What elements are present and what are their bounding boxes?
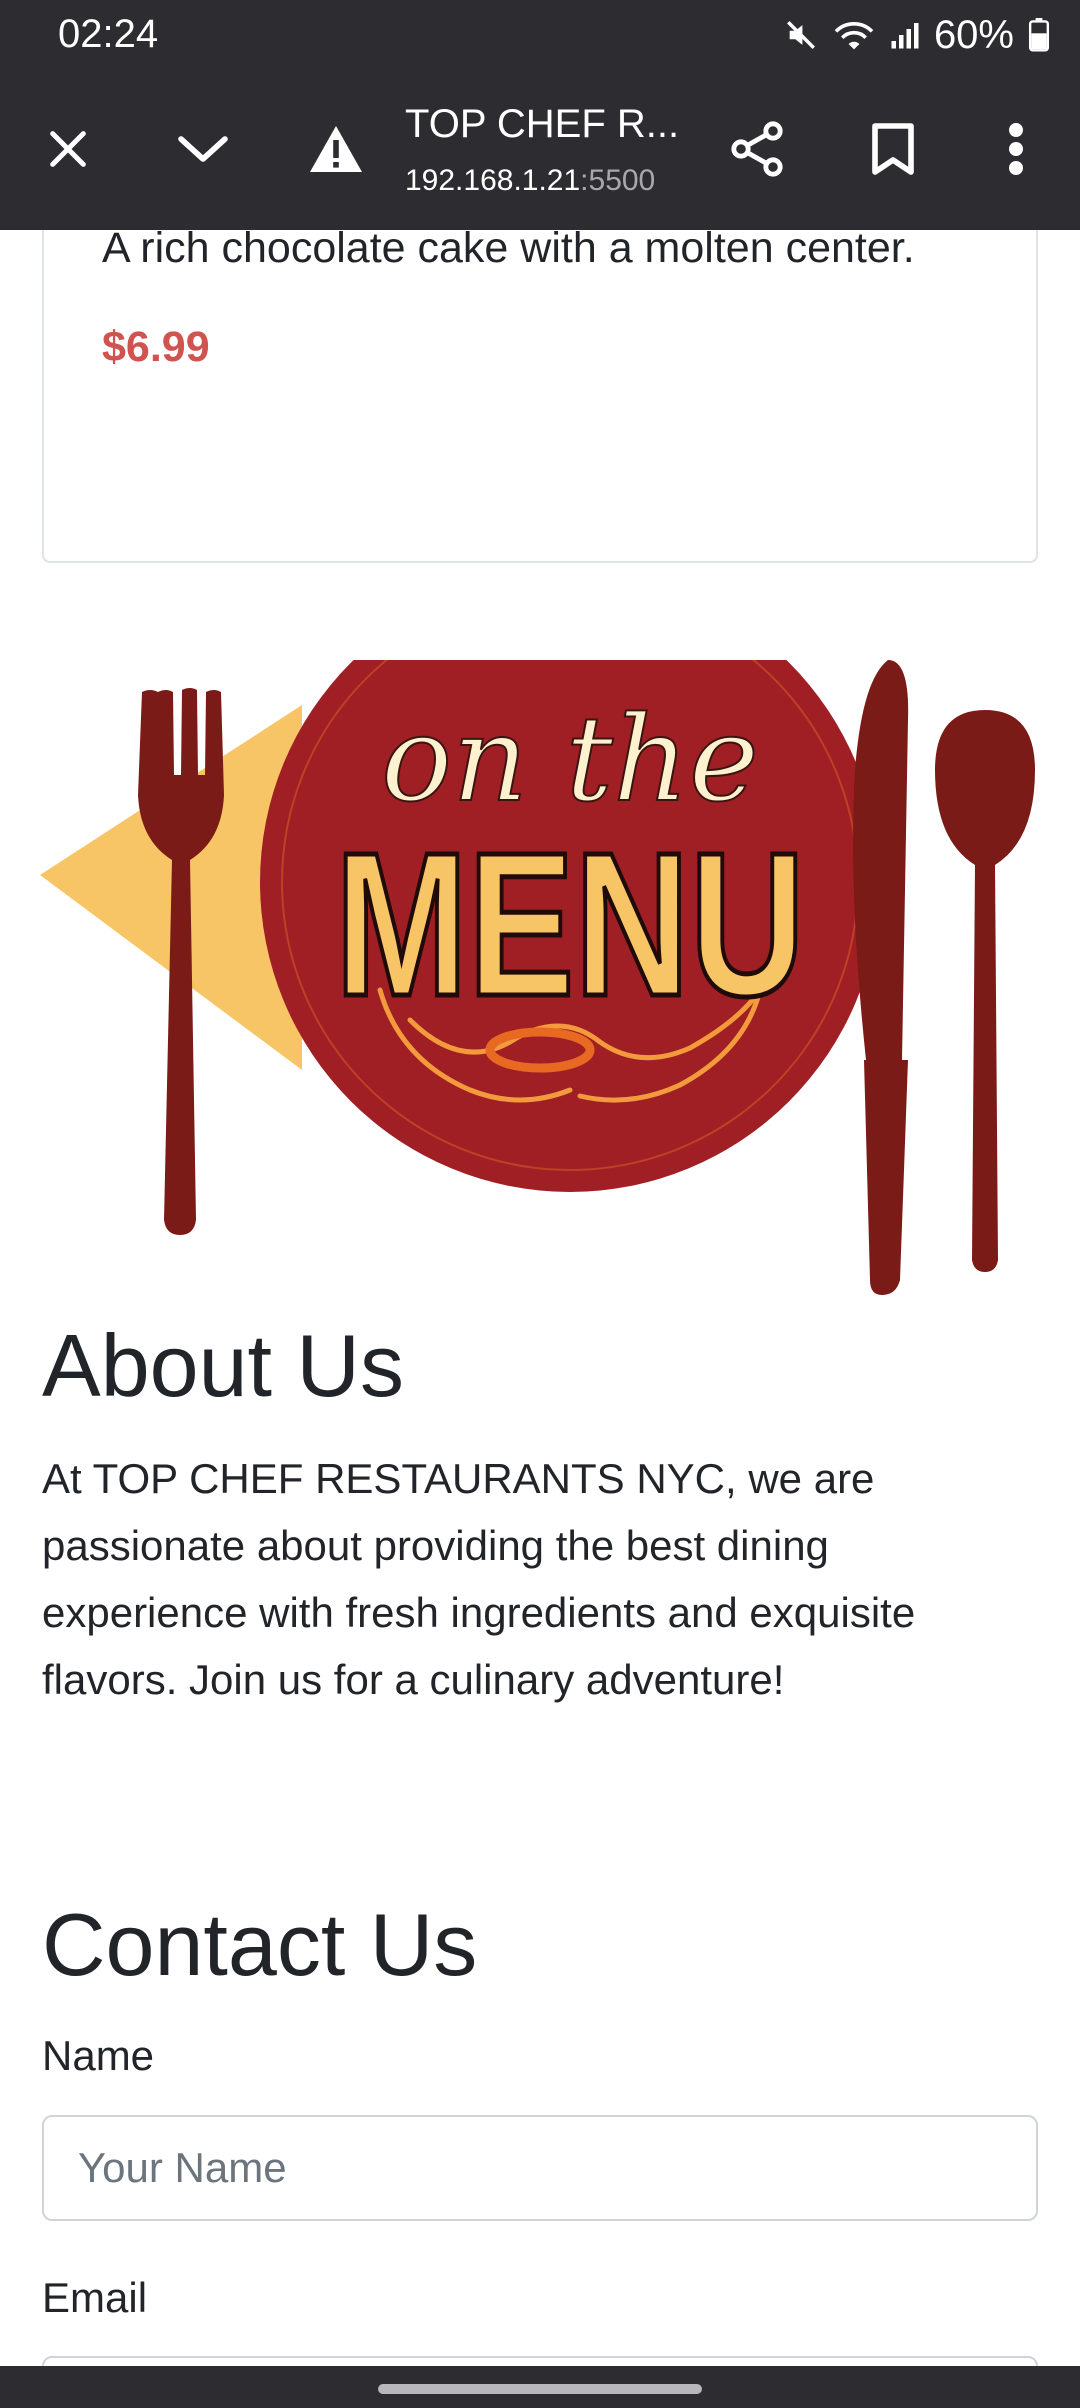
gesture-handle[interactable] <box>378 2384 702 2394</box>
battery-icon <box>1028 18 1050 52</box>
status-icons: 60% <box>784 10 1050 60</box>
mute-icon <box>784 18 818 52</box>
chevron-down-icon <box>175 129 231 174</box>
warning-icon <box>308 124 364 179</box>
url-port: :5500 <box>580 164 656 197</box>
page-content: A rich chocolate cake with a molten cent… <box>0 230 1080 2366</box>
contact-title: Contact Us <box>42 1895 478 1994</box>
logo-text-on-the: on the <box>381 690 759 828</box>
email-label: Email <box>42 2274 148 2321</box>
minimize-button[interactable] <box>160 108 246 194</box>
wifi-icon <box>832 17 876 53</box>
browser-toolbar: TOP CHEF R... 192.168.1.21:5500 <box>0 72 1080 230</box>
share-icon <box>729 120 785 182</box>
more-vert-icon <box>1008 122 1024 181</box>
close-tab-button[interactable] <box>25 108 111 194</box>
site-info-button[interactable] <box>293 108 379 194</box>
email-input[interactable] <box>42 2356 1038 2366</box>
share-button[interactable] <box>714 108 800 194</box>
spoon-icon <box>935 710 1035 1272</box>
menu-item-card: A rich chocolate cake with a molten cent… <box>42 230 1038 563</box>
navigation-bar <box>0 2366 1080 2408</box>
url-text[interactable]: 192.168.1.21:5500 <box>405 164 655 198</box>
more-options-button[interactable] <box>973 108 1059 194</box>
url-host: 192.168.1.21 <box>405 164 581 197</box>
status-time: 02:24 <box>58 12 159 56</box>
knife-icon <box>853 660 909 1295</box>
bookmark-button[interactable] <box>850 108 936 194</box>
name-input[interactable] <box>42 2115 1038 2221</box>
name-label: Name <box>42 2032 155 2079</box>
status-bar: 02:24 60% <box>0 0 1080 72</box>
battery-text: 60% <box>933 12 1014 57</box>
about-text: At TOP CHEF RESTAURANTS NYC, we are pass… <box>42 1455 916 1703</box>
bookmark-icon <box>871 122 915 181</box>
about-title: About Us <box>42 1316 404 1415</box>
signal-icon <box>890 19 920 51</box>
page-title[interactable]: TOP CHEF R... <box>405 102 679 147</box>
menu-item-price: $6.99 <box>102 323 210 371</box>
logo-text-menu: MENU <box>335 810 805 1039</box>
menu-item-description: A rich chocolate cake with a molten cent… <box>102 230 915 272</box>
on-the-menu-logo-image: on the MENU <box>40 660 1035 1295</box>
close-icon <box>45 126 91 177</box>
